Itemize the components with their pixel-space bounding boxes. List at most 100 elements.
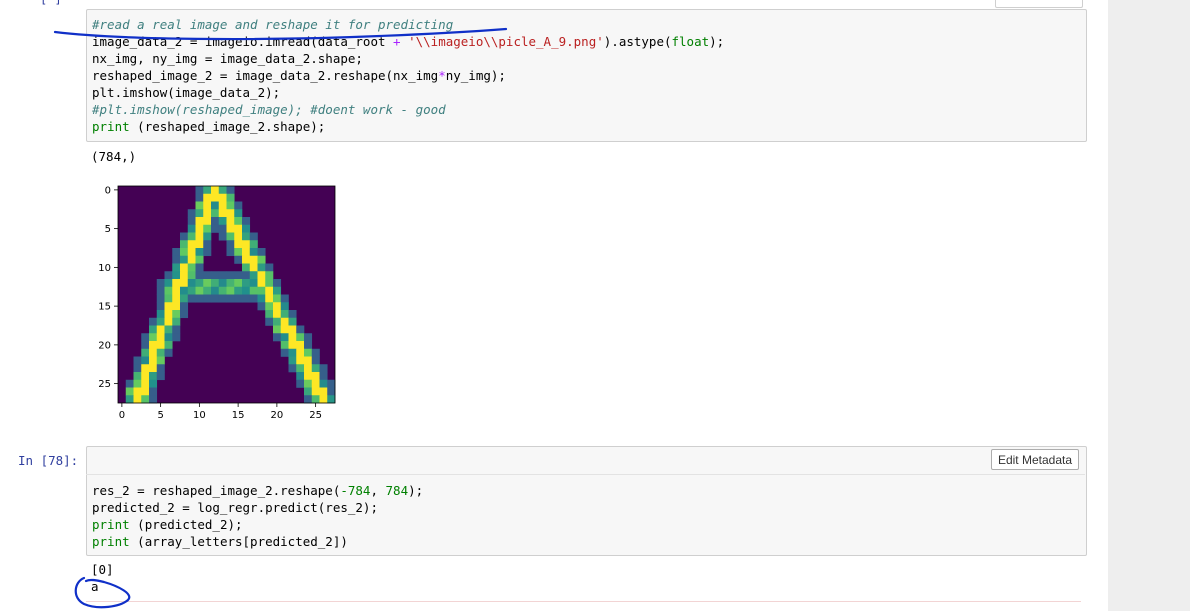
image-pixel <box>172 248 181 257</box>
image-pixel <box>249 279 258 288</box>
image-pixel <box>257 263 266 272</box>
cell-1-code-token: * <box>438 68 446 83</box>
cell-1-output-shape: (784,) <box>91 149 137 164</box>
image-pixel <box>242 271 251 280</box>
image-pixel <box>218 232 227 241</box>
image-pixel <box>296 364 305 373</box>
cell-1-code-token: #read a real image and reshape it for pr… <box>92 17 454 32</box>
image-pixel <box>203 193 212 202</box>
image-pixel <box>234 224 243 233</box>
cell-1-code-token: '\\imageio\\picle_A_9.png' <box>408 34 604 49</box>
image-pixel <box>187 240 196 249</box>
image-pixel <box>149 356 158 365</box>
image-pixel <box>172 302 181 311</box>
image-pixel <box>156 310 165 319</box>
image-pixel <box>226 201 235 210</box>
cell-1-code-line: image_data_2 = imageio.imread(data_root … <box>92 34 724 49</box>
notebook-panel: [ ] #read a real image and reshape it fo… <box>0 0 1108 611</box>
image-pixel <box>218 286 227 295</box>
image-pixel <box>195 240 204 249</box>
image-pixel <box>226 279 235 288</box>
image-pixel <box>242 294 251 303</box>
cell-1-code-token: float <box>671 34 710 49</box>
image-pixel <box>187 279 196 288</box>
image-pixel <box>172 255 181 264</box>
image-pixel <box>273 294 282 303</box>
image-pixel <box>180 302 189 311</box>
cell-1-code-line: nx_img, ny_img = image_data_2.shape; <box>92 51 363 66</box>
image-pixel <box>226 248 235 257</box>
image-pixel <box>280 341 289 350</box>
image-pixel <box>203 186 212 195</box>
image-pixel <box>234 286 243 295</box>
image-pixel <box>226 209 235 218</box>
image-pixel <box>280 325 289 334</box>
image-pixel <box>211 186 220 195</box>
cell-2-code-text[interactable]: res_2 = reshaped_image_2.reshape(-784, 7… <box>92 482 423 550</box>
image-pixel <box>203 294 212 303</box>
image-pixel <box>226 186 235 195</box>
image-pixel <box>164 279 173 288</box>
image-pixel <box>218 271 227 280</box>
image-pixel <box>125 387 134 396</box>
cell-1-code-token: #plt.imshow(reshaped_image); #doent work… <box>92 102 446 117</box>
image-pixel <box>319 395 328 404</box>
image-pixel <box>234 294 243 303</box>
image-pixel <box>133 372 142 381</box>
cell-2-code-token: (predicted_2); <box>129 517 243 532</box>
image-pixel <box>172 310 181 319</box>
image-pixel <box>156 294 165 303</box>
image-pixel <box>242 286 251 295</box>
image-pixel <box>149 379 158 388</box>
cell-1-code-input[interactable]: #read a real image and reshape it for pr… <box>86 9 1087 142</box>
image-pixel <box>187 232 196 241</box>
image-pixel <box>304 395 313 404</box>
image-pixel <box>149 317 158 326</box>
image-pixel <box>249 294 258 303</box>
image-pixel <box>296 333 305 342</box>
image-pixel <box>156 302 165 311</box>
image-pixel <box>211 271 220 280</box>
image-pixel <box>265 271 274 280</box>
image-pixel <box>164 310 173 319</box>
image-pixel <box>234 240 243 249</box>
image-pixel <box>172 294 181 303</box>
image-pixel <box>172 279 181 288</box>
image-pixel <box>296 348 305 357</box>
cell-1-code-token: nx_img, ny_img = image_data_2.shape; <box>92 51 363 66</box>
image-pixel <box>296 356 305 365</box>
image-pixel <box>203 201 212 210</box>
image-pixel <box>164 333 173 342</box>
y-tick-label: 5 <box>105 224 111 235</box>
image-pixel <box>273 317 282 326</box>
image-pixel <box>187 217 196 226</box>
image-pixel <box>172 317 181 326</box>
x-axis-ticks: 0 5 10 15 20 25 <box>119 403 322 421</box>
image-pixel <box>226 271 235 280</box>
image-pixel <box>141 395 150 404</box>
edit-metadata-button[interactable]: Edit Metadata <box>990 449 1079 470</box>
image-pixel <box>234 248 243 257</box>
image-pixel <box>133 379 142 388</box>
image-pixel <box>304 348 313 357</box>
image-pixel <box>149 341 158 350</box>
image-pixel <box>141 379 150 388</box>
image-pixel <box>149 348 158 357</box>
image-pixel <box>218 279 227 288</box>
image-pixel <box>273 310 282 319</box>
image-pixel <box>156 364 165 373</box>
image-pixel <box>218 209 227 218</box>
image-pixel <box>304 372 313 381</box>
image-pixel <box>141 372 150 381</box>
previous-cell-edit-metadata-button[interactable] <box>995 0 1083 8</box>
image-pixel <box>249 263 258 272</box>
image-pixel <box>187 224 196 233</box>
image-pixel <box>141 364 150 373</box>
image-pixel <box>211 209 220 218</box>
image-pixel <box>141 387 150 396</box>
image-pixel <box>211 217 220 226</box>
image-pixel <box>180 279 189 288</box>
image-pixel <box>319 387 328 396</box>
cell-1-code-text[interactable]: #read a real image and reshape it for pr… <box>92 16 724 135</box>
image-pixel <box>304 333 313 342</box>
